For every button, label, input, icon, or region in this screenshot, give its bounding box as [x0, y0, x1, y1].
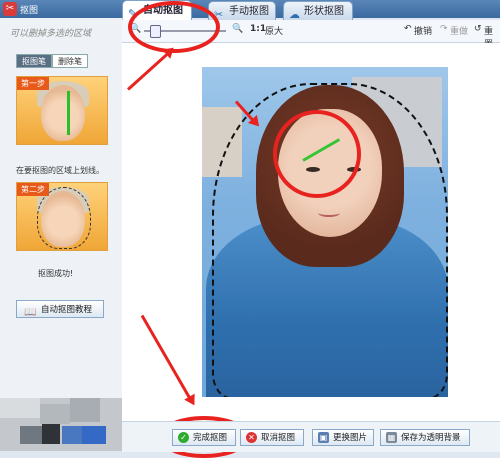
app-icon: ✂: [3, 2, 17, 16]
step1-image: 第一步: [16, 76, 108, 145]
red-circle-face: [273, 110, 361, 198]
cancel-cutout-button[interactable]: ✕ 取消抠图: [240, 429, 304, 446]
step1-badge: 第一步: [17, 77, 49, 90]
redo-button[interactable]: 重做: [450, 24, 468, 37]
tab-manual-cutout-label: 手动抠图: [229, 6, 269, 17]
app-title: 抠图: [20, 6, 39, 16]
brush-toggle: 抠图笔 删除笔: [16, 54, 88, 68]
reset-icon[interactable]: ↺: [474, 24, 482, 34]
cutout-brush-button[interactable]: 抠图笔: [16, 54, 52, 68]
undo-icon[interactable]: ↶: [404, 24, 412, 34]
zoom-ratio[interactable]: 1:1: [250, 24, 266, 34]
step2-caption: 抠图成功!: [38, 269, 74, 278]
complete-cutout-label: 完成抠图: [193, 433, 228, 443]
watermark: Bai 经验: [383, 403, 445, 421]
cancel-cutout-label: 取消抠图: [261, 433, 296, 443]
tutorial-button[interactable]: 📖 自动抠图教程: [16, 300, 104, 318]
cancel-icon: ✕: [246, 432, 257, 443]
selection-outline: [37, 187, 91, 249]
tab-manual-cutout[interactable]: ✂ 手动抠图: [208, 1, 276, 21]
tab-shape-cutout-label: 形状抠图: [304, 6, 344, 17]
sidebar-hint: 可以删掉多选的区域: [10, 29, 92, 39]
image-icon: ▣: [318, 432, 329, 443]
redo-icon[interactable]: ↷: [440, 24, 448, 34]
tutorial-button-label: 自动抠图教程: [41, 305, 93, 315]
book-icon: 📖: [24, 307, 37, 318]
sidebar: 可以删掉多选的区域 抠图笔 删除笔 第一步 在要抠图的区域上划线。 第二步 抠图…: [0, 18, 123, 451]
complete-cutout-button[interactable]: ✓ 完成抠图: [172, 429, 236, 446]
erase-brush-button[interactable]: 删除笔: [52, 54, 88, 68]
check-icon: ✓: [178, 432, 189, 443]
blurred-region: [0, 398, 122, 451]
replace-image-label: 更换图片: [333, 433, 368, 443]
baby-face: [41, 85, 85, 141]
save-transparent-label: 保存为透明背景: [401, 433, 461, 443]
zoom-in-icon[interactable]: 🔍: [232, 24, 243, 34]
stroke-line: [67, 91, 70, 135]
save-transparent-button[interactable]: ▦ 保存为透明背景: [380, 429, 470, 446]
undo-button[interactable]: 撤销: [414, 24, 432, 37]
replace-image-button[interactable]: ▣ 更换图片: [312, 429, 374, 446]
save-icon: ▦: [386, 432, 397, 443]
step2-image: 第二步: [16, 182, 108, 251]
step1-caption: 在要抠图的区域上划线。: [16, 166, 104, 175]
editing-canvas[interactable]: [122, 43, 500, 421]
tab-shape-cutout[interactable]: ☁ 形状抠图: [283, 1, 353, 21]
original-size-button[interactable]: 原大: [265, 24, 283, 37]
red-circle-tab: [128, 1, 220, 53]
bottom-bar: ✓ 完成抠图 ✕ 取消抠图 ▣ 更换图片 ▦ 保存为透明背景: [122, 421, 500, 452]
step2-badge: 第二步: [17, 183, 49, 196]
